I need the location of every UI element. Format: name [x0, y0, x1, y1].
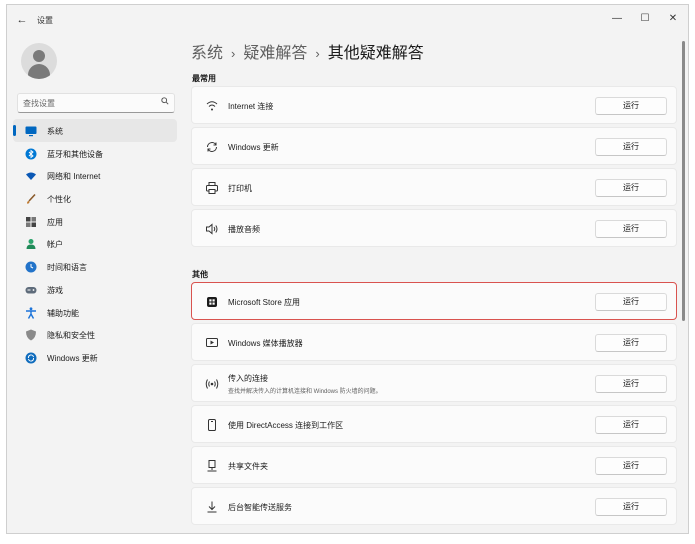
wifi-icon — [205, 99, 219, 113]
run-button[interactable]: 运行 — [595, 293, 667, 311]
sidebar-item-label: 隐私和安全性 — [47, 331, 95, 341]
incoming-connection-icon — [205, 377, 219, 391]
run-button[interactable]: 运行 — [595, 375, 667, 393]
search-box — [17, 93, 175, 113]
sidebar-item-label: 应用 — [47, 217, 63, 227]
back-button[interactable]: ← — [15, 13, 29, 27]
sidebar-item-time-language[interactable]: 时间和语言 — [13, 255, 177, 278]
troubleshooter-bits: 后台智能传送服务 运行 — [191, 487, 677, 525]
close-button[interactable]: ✕ — [662, 11, 684, 27]
sync-icon — [25, 351, 37, 364]
sidebar-item-accounts[interactable]: 帐户 — [13, 232, 177, 255]
monitor-icon — [25, 124, 37, 137]
troubleshooter-title: Internet 连接 — [228, 102, 274, 111]
title-bar: ← 设置 — ☐ ✕ — [7, 5, 688, 35]
troubleshooter-title: 共享文件夹 — [228, 462, 268, 471]
troubleshooter-shared-folders: 共享文件夹 运行 — [191, 446, 677, 484]
troubleshooter-description: 查找并解决传入的计算机连接和 Windows 防火墙的问题。 — [228, 389, 382, 395]
brush-icon — [25, 192, 37, 204]
globe-clock-icon — [25, 260, 37, 273]
scrollbar[interactable] — [682, 41, 685, 321]
run-button[interactable]: 运行 — [595, 220, 667, 238]
account-icon — [25, 237, 37, 250]
page-title: 其他疑难解答 — [327, 45, 424, 62]
sidebar-item-label: 帐户 — [47, 240, 63, 250]
wifi-icon — [25, 169, 37, 181]
run-button[interactable]: 运行 — [595, 457, 667, 475]
minimize-button[interactable]: — — [606, 11, 628, 27]
avatar-head-shape — [33, 50, 45, 62]
sidebar-item-system[interactable]: 系统 — [13, 119, 177, 142]
troubleshooter-title: 传入的连接 — [228, 374, 268, 383]
sidebar-item-accessibility[interactable]: 辅助功能 — [13, 301, 177, 324]
troubleshooter-title: Microsoft Store 应用 — [228, 298, 301, 307]
troubleshooter-title: 后台智能传送服务 — [228, 503, 292, 512]
sidebar-item-network[interactable]: 网络和 Internet — [13, 164, 177, 187]
phone-device-icon — [205, 418, 219, 432]
run-button[interactable]: 运行 — [595, 138, 667, 156]
troubleshooter-title: Windows 更新 — [228, 143, 279, 152]
accessibility-icon — [25, 306, 37, 319]
sidebar-item-label: 系统 — [47, 127, 63, 136]
troubleshooter-title: 播放音频 — [228, 225, 260, 234]
settings-window: ← 设置 — ☐ ✕ 系统 蓝牙和其他设备 — [6, 4, 689, 534]
search-input[interactable] — [23, 96, 153, 110]
sidebar-item-gaming[interactable]: 游戏 — [13, 278, 177, 301]
sidebar-item-label: 蓝牙和其他设备 — [47, 149, 103, 159]
troubleshooter-printer: 打印机 运行 — [191, 168, 677, 206]
breadcrumb-system[interactable]: 系统 — [191, 45, 223, 62]
sync-icon — [205, 140, 219, 154]
run-button[interactable]: 运行 — [595, 498, 667, 516]
sidebar-item-label: 游戏 — [47, 285, 63, 295]
troubleshooter-incoming-connections: 传入的连接 查找并解决传入的计算机连接和 Windows 防火墙的问题。 运行 — [191, 364, 677, 402]
troubleshooter-directaccess: 使用 DirectAccess 连接到工作区 运行 — [191, 405, 677, 443]
download-icon — [205, 500, 219, 514]
run-button[interactable]: 运行 — [595, 334, 667, 352]
sidebar-item-label: Windows 更新 — [47, 353, 98, 363]
sidebar-item-windows-update[interactable]: Windows 更新 — [13, 346, 177, 369]
troubleshooter-microsoft-store: Microsoft Store 应用 运行 — [191, 282, 677, 320]
run-button[interactable]: 运行 — [595, 416, 667, 434]
shared-folder-icon — [205, 459, 219, 473]
sidebar-item-label: 时间和语言 — [47, 263, 87, 273]
troubleshooter-audio: 播放音频 运行 — [191, 209, 677, 247]
apps-icon — [25, 215, 37, 227]
section-label-frequent: 最常用 — [192, 74, 216, 83]
run-button[interactable]: 运行 — [595, 179, 667, 197]
sidebar-item-personalization[interactable]: 个性化 — [13, 187, 177, 210]
sidebar-item-label: 个性化 — [47, 195, 71, 205]
troubleshooter-internet: Internet 连接 运行 — [191, 86, 677, 124]
sidebar: 系统 蓝牙和其他设备 网络和 Internet 个性化 应用 帐户 — [7, 35, 179, 533]
speaker-icon — [205, 222, 219, 236]
troubleshooter-windows-update: Windows 更新 运行 — [191, 127, 677, 165]
troubleshooter-title: 使用 DirectAccess 连接到工作区 — [228, 421, 344, 430]
sidebar-item-label: 网络和 Internet — [47, 172, 101, 182]
store-icon — [205, 295, 219, 309]
maximize-button[interactable]: ☐ — [634, 11, 656, 27]
bluetooth-icon — [25, 147, 37, 160]
sidebar-item-privacy[interactable]: 隐私和安全性 — [13, 323, 177, 346]
app-title: 设置 — [37, 16, 53, 25]
sidebar-nav: 系统 蓝牙和其他设备 网络和 Internet 个性化 应用 帐户 时间和语言 … — [13, 119, 177, 369]
avatar-body-shape — [28, 64, 50, 79]
avatar[interactable] — [21, 43, 57, 79]
sidebar-item-label: 辅助功能 — [47, 308, 79, 318]
breadcrumb-separator: › — [315, 46, 320, 61]
troubleshooter-title: 打印机 — [228, 184, 252, 193]
breadcrumb-separator: › — [231, 46, 236, 61]
troubleshooter-title: Windows 媒体播放器 — [228, 339, 303, 348]
gamepad-icon — [25, 283, 37, 295]
printer-icon — [205, 181, 219, 195]
troubleshooter-media-player: Windows 媒体播放器 运行 — [191, 323, 677, 361]
section-label-other: 其他 — [192, 270, 208, 279]
run-button[interactable]: 运行 — [595, 97, 667, 115]
sidebar-item-bluetooth[interactable]: 蓝牙和其他设备 — [13, 142, 177, 165]
search-icon[interactable] — [161, 97, 169, 107]
breadcrumb: 系统 › 疑难解答 › 其他疑难解答 — [191, 39, 424, 63]
breadcrumb-troubleshoot[interactable]: 疑难解答 — [243, 45, 307, 62]
media-player-icon — [205, 336, 219, 350]
sidebar-item-apps[interactable]: 应用 — [13, 210, 177, 233]
shield-icon — [25, 328, 37, 341]
